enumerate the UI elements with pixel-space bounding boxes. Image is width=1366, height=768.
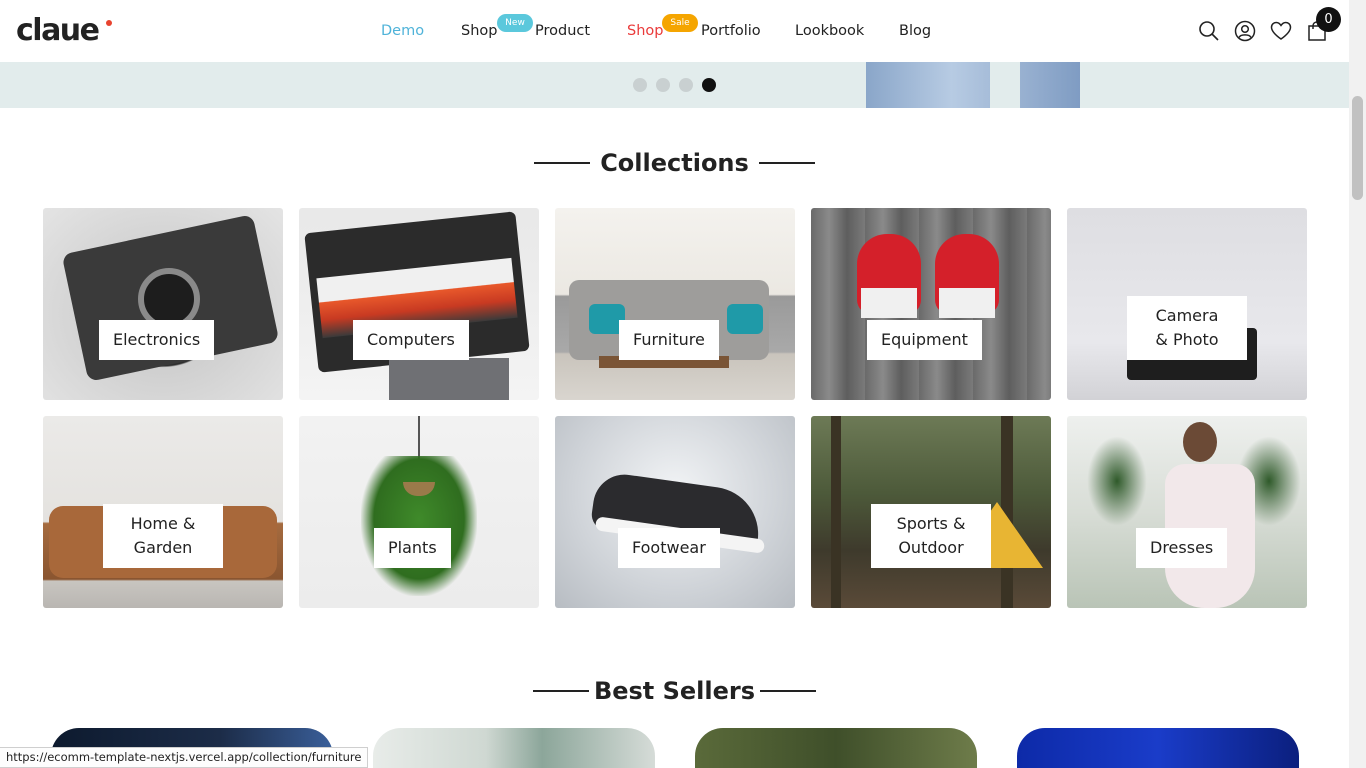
tile-label-multiline: Home & Garden xyxy=(103,504,223,568)
tree-trunk xyxy=(831,416,841,608)
tile-label: Plants xyxy=(374,528,451,568)
tile-label-line-1: Home & xyxy=(130,514,196,533)
tile-label-line-1: Sports & xyxy=(896,514,966,533)
tile-label-line-2: Garden xyxy=(133,538,193,557)
heart-icon[interactable] xyxy=(1270,20,1292,42)
collection-footwear[interactable]: Footwear xyxy=(555,416,795,608)
palm-shape xyxy=(1087,436,1147,526)
tile-label: Dresses xyxy=(1136,528,1228,568)
best-seller-card-2[interactable] xyxy=(373,728,655,768)
nav-product[interactable]: Product xyxy=(535,21,590,41)
logo-dot xyxy=(106,20,112,26)
best-seller-card-4[interactable] xyxy=(1017,728,1299,768)
site-header: claue Demo Shop New Product Shop Sale Po… xyxy=(0,0,1349,62)
collections-title: Collections xyxy=(600,149,749,177)
status-bar-url: https://ecomm-template-nextjs.vercel.app… xyxy=(0,747,369,768)
nav-lookbook[interactable]: Lookbook xyxy=(795,21,864,41)
tile-label: Computers xyxy=(353,320,469,360)
search-icon[interactable] xyxy=(1198,20,1220,42)
slider-dot-4-active[interactable] xyxy=(702,78,716,92)
user-icon[interactable] xyxy=(1234,20,1256,42)
collection-computers[interactable]: Computers xyxy=(299,208,539,400)
collection-equipment[interactable]: Equipment xyxy=(811,208,1051,400)
new-badge: New xyxy=(497,14,533,32)
tile-label: Electronics xyxy=(99,320,215,360)
nav-shop-sale[interactable]: Shop xyxy=(627,21,663,41)
laptop-shape xyxy=(389,358,509,400)
title-line-right xyxy=(760,690,816,692)
nav-shop[interactable]: Shop xyxy=(461,21,497,41)
plant-shape xyxy=(361,456,477,596)
slider-dot-2[interactable] xyxy=(656,78,670,92)
logo[interactable]: claue xyxy=(16,12,100,50)
hero-slider xyxy=(0,62,1349,108)
hero-image-gap xyxy=(990,62,1020,108)
hero-image-jeans xyxy=(866,62,1080,108)
glove-cuff xyxy=(861,288,917,318)
sale-badge: Sale xyxy=(662,14,698,32)
tile-label: Equipment xyxy=(867,320,982,360)
slider-dot-3[interactable] xyxy=(679,78,693,92)
cart-count-badge: 0 xyxy=(1316,7,1341,32)
glove-cuff xyxy=(939,288,995,318)
title-line-right xyxy=(759,162,815,164)
nav-portfolio[interactable]: Portfolio xyxy=(701,21,761,41)
collection-dresses[interactable]: Dresses xyxy=(1067,416,1307,608)
collection-sports-outdoor[interactable]: Sports & Outdoor xyxy=(811,416,1051,608)
slider-dot-1[interactable] xyxy=(633,78,647,92)
best-seller-card-3[interactable] xyxy=(695,728,977,768)
collection-electronics[interactable]: Electronics xyxy=(43,208,283,400)
collection-home-garden[interactable]: Home & Garden xyxy=(43,416,283,608)
pillow-shape xyxy=(727,304,763,334)
collection-camera-photo[interactable]: Camera & Photo xyxy=(1067,208,1307,400)
collection-plants[interactable]: Plants xyxy=(299,416,539,608)
tile-label-line-2: Outdoor xyxy=(898,538,964,557)
nav-demo[interactable]: Demo xyxy=(381,21,424,41)
tile-label-multiline: Sports & Outdoor xyxy=(871,504,991,568)
tile-label-line-2: & Photo xyxy=(1155,330,1219,349)
collection-furniture[interactable]: Furniture xyxy=(555,208,795,400)
best-sellers-title: Best Sellers xyxy=(593,677,756,705)
tile-label-multiline: Camera & Photo xyxy=(1127,296,1247,360)
tile-label: Footwear xyxy=(618,528,720,568)
tile-label: Furniture xyxy=(619,320,719,360)
tile-label-line-1: Camera xyxy=(1155,306,1219,325)
nav-blog[interactable]: Blog xyxy=(899,21,931,41)
scrollbar-thumb[interactable] xyxy=(1352,96,1363,200)
hair-shape xyxy=(1183,422,1217,462)
